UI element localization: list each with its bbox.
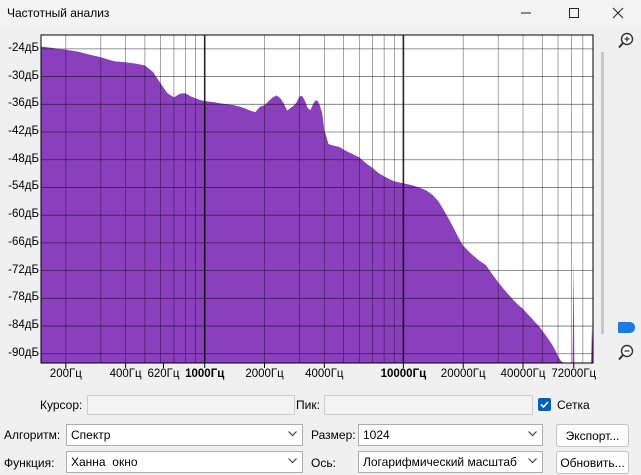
checkmark-icon <box>540 401 549 409</box>
x-tick-label: 200Гц <box>49 368 82 380</box>
x-tick-label: 1000Гц <box>185 368 225 380</box>
refresh-button[interactable]: Обновить... <box>556 451 629 474</box>
axis-value: Логарифмический масштаб <box>363 455 517 469</box>
chevron-down-icon <box>288 458 297 464</box>
x-tick-label: 400Гц <box>109 368 142 380</box>
maximize-icon <box>569 8 579 18</box>
x-tick-label: 20000Гц <box>440 368 486 380</box>
y-tick-label: -48дБ <box>8 152 39 165</box>
x-tick-label: 4000Гц <box>305 368 344 380</box>
window-title: Частотный анализ <box>7 6 110 20</box>
size-select[interactable]: 1024 <box>358 424 543 446</box>
peak-field <box>324 395 533 415</box>
y-tick-label: -66дБ <box>8 235 39 248</box>
x-tick-label: 40000Гц <box>500 368 546 380</box>
axis-select[interactable]: Логарифмический масштаб <box>358 451 543 473</box>
y-tick-label: -72дБ <box>8 263 39 276</box>
zoom-out-icon[interactable] <box>617 344 635 362</box>
zoom-slider-thumb[interactable] <box>618 322 635 333</box>
x-tick-label: 10000Гц <box>380 368 427 380</box>
size-label: Размер: <box>311 428 356 442</box>
zoom-in-icon[interactable] <box>617 32 635 50</box>
x-tick-label: 620Гц <box>147 368 180 380</box>
y-tick-label: -24дБ <box>8 41 39 54</box>
algorithm-select[interactable]: Спектр <box>66 424 303 446</box>
chevron-down-icon <box>528 458 537 464</box>
cursor-field <box>87 395 295 415</box>
spectrum-chart: -24дБ -30дБ -36дБ -42дБ -48дБ -54дБ -60дБ -66дБ… <box>0 30 641 382</box>
close-icon <box>612 7 624 19</box>
y-tick-label: -60дБ <box>8 208 39 221</box>
chevron-down-icon <box>288 431 297 437</box>
grid-label: Сетка <box>557 398 590 412</box>
function-select[interactable]: Ханна окно <box>66 451 303 473</box>
function-label: Функция: <box>4 456 55 470</box>
algorithm-value: Спектр <box>71 428 111 442</box>
y-tick-label: -30дБ <box>8 69 39 82</box>
y-tick-label: -90дБ <box>8 346 39 359</box>
y-tick-label: -36дБ <box>8 97 39 110</box>
y-tick-label: -84дБ <box>8 319 39 332</box>
maximize-button[interactable] <box>551 0 597 26</box>
y-tick-label: -78дБ <box>8 291 39 304</box>
axis-label: Ось: <box>311 456 336 470</box>
grid-checkbox[interactable] <box>538 398 551 411</box>
peak-label: Пик: <box>296 398 320 412</box>
function-value: Ханна окно <box>71 455 138 469</box>
title-bar: Частотный анализ <box>0 0 641 26</box>
export-button[interactable]: Экспорт... <box>556 424 629 447</box>
chevron-down-icon <box>528 431 537 437</box>
zoom-slider-track[interactable] <box>601 52 604 334</box>
minimize-icon <box>521 12 531 14</box>
close-button[interactable] <box>595 0 641 26</box>
size-value: 1024 <box>363 428 390 442</box>
y-tick-label: -54дБ <box>8 180 39 193</box>
spectrum-plot[interactable] <box>0 30 641 382</box>
algorithm-label: Алгоритм: <box>4 428 61 442</box>
x-tick-label: 2000Гц <box>245 368 284 380</box>
y-tick-label: -42дБ <box>8 125 39 137</box>
minimize-button[interactable] <box>503 0 549 26</box>
x-tick-label: 72000Гц <box>551 368 597 380</box>
cursor-label: Курсор: <box>40 398 83 412</box>
